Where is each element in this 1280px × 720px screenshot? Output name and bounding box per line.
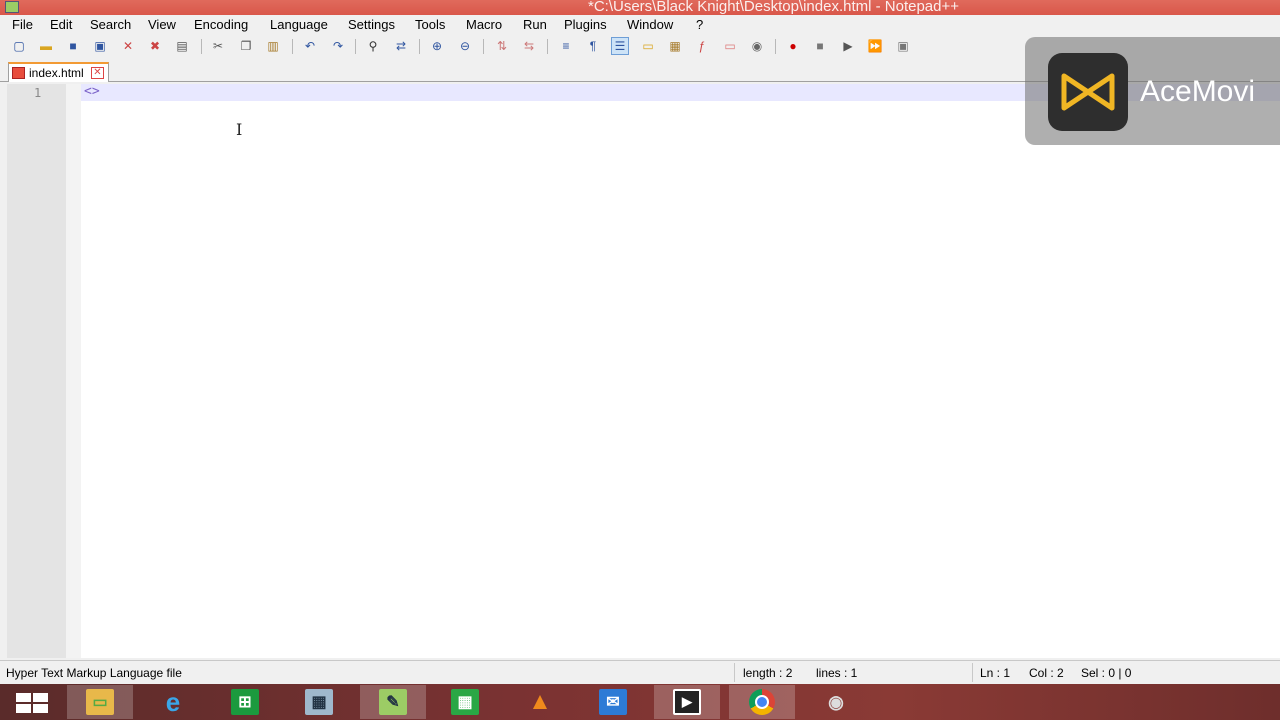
calculator-icon[interactable]: ▦	[286, 685, 352, 719]
acemovi-watermark: AceMovi	[1025, 37, 1280, 145]
toolbar-separator	[292, 39, 293, 54]
status-selection: Sel : 0 | 0	[1081, 666, 1132, 680]
recorder-icon[interactable]: ◉	[803, 685, 869, 719]
windows-start-icon[interactable]	[16, 693, 50, 713]
tab-label: index.html	[29, 66, 84, 80]
menu-search[interactable]: Search	[90, 17, 131, 32]
status-length: length : 2	[743, 666, 793, 680]
redo-icon[interactable]: ↷	[329, 37, 347, 55]
vlc-icon[interactable]: ▲	[507, 685, 573, 719]
taskbar: ▭ e ⊞ ▦ ✎ ▦ ▲ ✉ ▶ ◉	[0, 684, 1280, 720]
store-icon[interactable]: ⊞	[212, 685, 278, 719]
notepad-plus-plus-icon	[5, 1, 19, 13]
undo-icon[interactable]: ↶	[301, 37, 319, 55]
status-file-type: Hyper Text Markup Language file	[6, 666, 182, 680]
find-icon[interactable]: ⚲	[364, 37, 382, 55]
replace-icon[interactable]: ⇄	[392, 37, 410, 55]
word-wrap-icon[interactable]: ≡	[557, 37, 575, 55]
i-beam-cursor-icon: I	[236, 120, 243, 139]
close-all-icon[interactable]: ✖	[146, 37, 164, 55]
file-explorer-icon[interactable]: ▭	[67, 685, 133, 719]
function-list-icon[interactable]: ƒ	[693, 37, 711, 55]
save-all-icon[interactable]: ▣	[91, 37, 109, 55]
toolbar-separator	[547, 39, 548, 54]
chrome-icon[interactable]	[729, 685, 795, 719]
window-title: *C:\Users\Black Knight\Desktop\index.htm…	[588, 0, 960, 15]
internet-explorer-icon[interactable]: e	[140, 685, 206, 719]
cut-icon[interactable]: ✂	[209, 37, 227, 55]
menu-tools[interactable]: Tools	[415, 17, 445, 32]
menu-window[interactable]: Window	[627, 17, 673, 32]
watermark-text: AceMovi	[1140, 75, 1256, 108]
indent-guide-icon[interactable]: ☰	[611, 37, 629, 55]
line-number-gutter: 1	[7, 84, 66, 658]
code-line[interactable]: <>	[84, 84, 100, 99]
toolbar-separator	[419, 39, 420, 54]
user-defined-language-icon[interactable]: ▭	[639, 37, 657, 55]
toolbar-separator	[775, 39, 776, 54]
status-divider	[734, 663, 735, 682]
mail-icon[interactable]: ✉	[580, 685, 646, 719]
status-column: Col : 2	[1029, 666, 1064, 680]
folder-as-workspace-icon[interactable]: ▭	[721, 37, 739, 55]
print-icon[interactable]: ▤	[173, 37, 191, 55]
playback-macro-icon[interactable]: ▶	[839, 37, 857, 55]
menu-help[interactable]: ?	[696, 17, 703, 32]
zoom-in-icon[interactable]: ⊕	[428, 37, 446, 55]
title-bar: *C:\Users\Black Knight\Desktop\index.htm…	[0, 0, 1280, 15]
zoom-out-icon[interactable]: ⊖	[456, 37, 474, 55]
status-divider	[972, 663, 973, 682]
record-macro-icon[interactable]: ●	[784, 37, 802, 55]
line-number: 1	[34, 86, 42, 100]
menu-plugins[interactable]: Plugins	[564, 17, 607, 32]
document-map-icon[interactable]: ▦	[666, 37, 684, 55]
status-bar: Hyper Text Markup Language file length :…	[0, 660, 1280, 684]
close-icon[interactable]: ✕	[119, 37, 137, 55]
toolbar-separator	[201, 39, 202, 54]
menu-bar: File Edit Search View Encoding Language …	[0, 15, 1280, 35]
stop-recording-icon[interactable]: ■	[811, 37, 829, 55]
show-all-characters-icon[interactable]: ¶	[584, 37, 602, 55]
notepad-plus-plus-icon[interactable]: ✎	[360, 685, 426, 719]
paste-icon[interactable]: ▥	[264, 37, 282, 55]
sync-vertical-icon[interactable]: ⇅	[493, 37, 511, 55]
toolbar-separator	[483, 39, 484, 54]
sync-horizontal-icon[interactable]: ⇆	[520, 37, 538, 55]
monitoring-icon[interactable]: ◉	[748, 37, 766, 55]
menu-settings[interactable]: Settings	[348, 17, 395, 32]
save-icon[interactable]: ■	[64, 37, 82, 55]
spreadsheet-icon[interactable]: ▦	[432, 685, 498, 719]
menu-macro[interactable]: Macro	[466, 17, 502, 32]
menu-edit[interactable]: Edit	[50, 17, 72, 32]
open-file-icon[interactable]: ▬	[37, 37, 55, 55]
tab-close-icon[interactable]: ✕	[91, 67, 104, 79]
save-macro-icon[interactable]: ▣	[894, 37, 912, 55]
acemovi-logo-icon	[1048, 53, 1128, 131]
status-lines: lines : 1	[816, 666, 858, 680]
editor-area[interactable]: 1 <>	[7, 84, 1280, 658]
menu-language[interactable]: Language	[270, 17, 328, 32]
status-line: Ln : 1	[980, 666, 1011, 680]
video-call-icon[interactable]: ▶	[654, 685, 720, 719]
copy-icon[interactable]: ❐	[237, 37, 255, 55]
menu-view[interactable]: View	[148, 17, 176, 32]
run-macro-multiple-icon[interactable]: ⏩	[866, 37, 884, 55]
new-file-icon[interactable]: ▢	[10, 37, 28, 55]
unsaved-file-icon	[12, 67, 25, 79]
fold-margin	[66, 84, 81, 658]
menu-encoding[interactable]: Encoding	[194, 17, 248, 32]
menu-run[interactable]: Run	[523, 17, 547, 32]
tab-index-html[interactable]: index.html ✕	[8, 62, 109, 82]
menu-file[interactable]: File	[12, 17, 33, 32]
toolbar-separator	[355, 39, 356, 54]
